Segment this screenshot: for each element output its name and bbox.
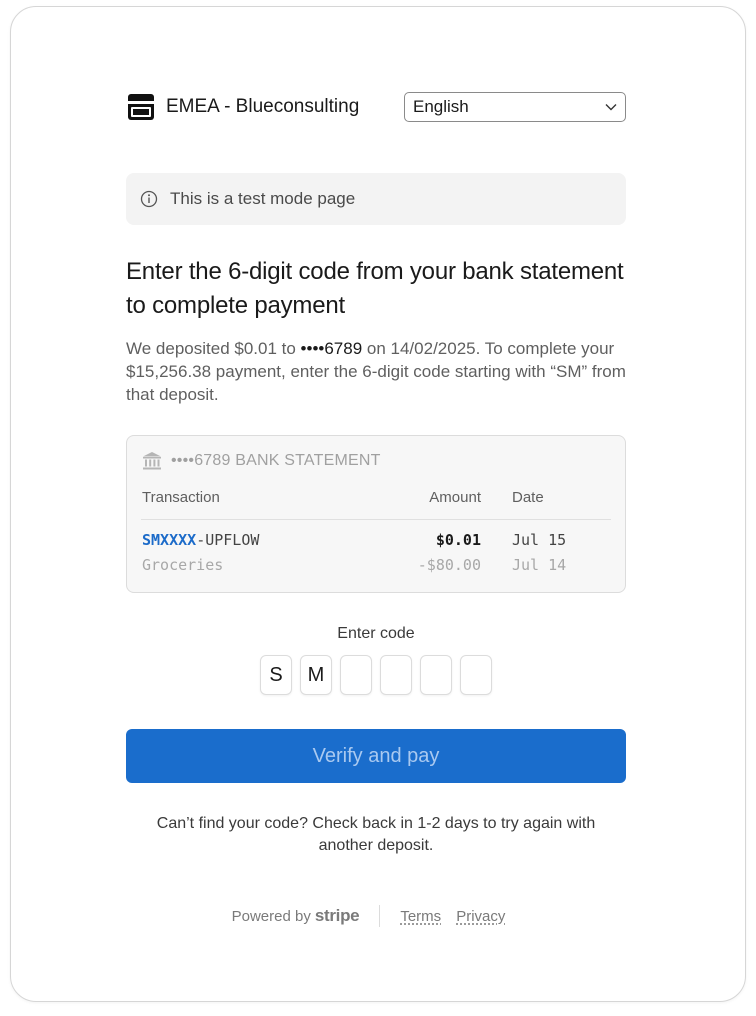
privacy-link[interactable]: Privacy: [456, 908, 505, 925]
transaction-suffix: -UPFLOW: [196, 531, 260, 549]
chevron-down-icon: [605, 104, 617, 111]
masked-account: ••••6789: [300, 339, 363, 358]
help-text: Can’t find your code? Check back in 1-2 …: [156, 815, 596, 854]
code-prefix: SMXXXX: [142, 531, 197, 549]
instructions: We deposited $0.01 to ••••6789 on 14/02/…: [126, 337, 626, 406]
code-label: Enter code: [337, 625, 415, 642]
stripe-logo[interactable]: stripe: [315, 906, 360, 926]
transaction-date: Jul 15: [512, 531, 567, 549]
statement-row: SMXXXX-UPFLOW $0.01 Jul 15: [127, 531, 625, 551]
transaction-date: Jul 14: [512, 556, 567, 574]
footer-divider: [379, 905, 381, 927]
code-digit-6[interactable]: [460, 655, 492, 695]
language-select[interactable]: English: [404, 92, 626, 122]
powered-by: Powered by stripe: [232, 906, 360, 926]
terms-link[interactable]: Terms: [400, 908, 441, 925]
bank-statement-preview: ••••6789 BANK STATEMENT Transaction Amou…: [126, 435, 626, 593]
language-select-value: English: [413, 97, 469, 116]
store-icon: [128, 94, 154, 120]
page-title: Enter the 6-digit code from your bank st…: [126, 258, 624, 319]
merchant-brand: EMEA - Blueconsulting: [126, 92, 359, 122]
merchant-name: EMEA - Blueconsulting: [166, 96, 360, 117]
code-digit-1[interactable]: S: [260, 655, 292, 695]
statement-heading: ••••6789 BANK STATEMENT: [141, 450, 381, 472]
footer: Powered by stripe Terms Privacy: [126, 904, 626, 928]
instructions-part-1: We deposited $0.01 to: [126, 339, 301, 358]
statement-row: Groceries -$80.00 Jul 14: [127, 556, 625, 576]
transaction-description: SMXXXX-UPFLOW: [142, 531, 259, 549]
transaction-amount: $0.01: [435, 531, 481, 549]
code-digit-2[interactable]: M: [300, 655, 332, 695]
code-digit-4[interactable]: [380, 655, 412, 695]
column-header-date: Date: [512, 489, 544, 506]
code-digit-3[interactable]: [340, 655, 372, 695]
header: EMEA - Blueconsulting English: [126, 89, 626, 125]
column-header-transaction: Transaction: [142, 489, 220, 506]
verify-and-pay-button[interactable]: Verify and pay: [126, 729, 626, 783]
transaction-description: Groceries: [142, 556, 224, 574]
bank-icon: [143, 452, 161, 470]
code-digit-5[interactable]: [420, 655, 452, 695]
code-input-group: S M: [126, 655, 626, 695]
test-mode-banner: This is a test mode page: [126, 173, 626, 225]
info-icon: [140, 190, 158, 208]
powered-by-label: Powered by: [231, 907, 311, 925]
statement-title: ••••6789 BANK STATEMENT: [171, 452, 381, 469]
column-header-amount: Amount: [429, 489, 481, 506]
test-mode-text: This is a test mode page: [170, 189, 356, 208]
transaction-amount: -$80.00: [417, 556, 481, 574]
divider: [141, 519, 611, 520]
checkout-card: EMEA - Blueconsulting English This is a …: [10, 6, 746, 1002]
